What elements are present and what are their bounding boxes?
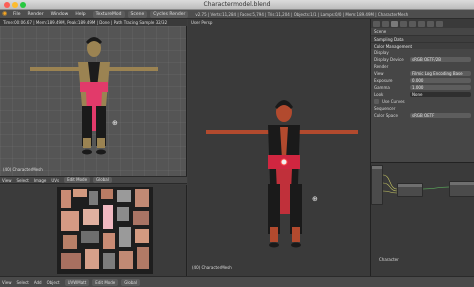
left-foot — [82, 149, 92, 155]
render-status: Time:00:06.67 | Mem:189.49M, Peak:189.49… — [0, 19, 187, 26]
left-arm — [30, 67, 80, 71]
mode-selector[interactable]: Edit Mode — [92, 278, 119, 286]
display-device-row: Display Device sRGB OETF/2B — [371, 56, 474, 63]
node-tree-label: Character — [379, 257, 399, 262]
render-preview-editor[interactable]: Time:00:06.67 | Mem:189.49M, Peak:189.49… — [0, 19, 187, 176]
texture-image-editor[interactable] — [0, 185, 187, 276]
left-foot — [269, 242, 279, 248]
right-shin — [292, 227, 300, 242]
exposure-row: Exposure 0.000 — [371, 77, 474, 84]
sequencer-row: Sequencer — [374, 106, 396, 111]
right-arm — [108, 67, 158, 71]
properties-editor: Scene Sampling Data Color Management Dis… — [370, 19, 474, 162]
scene-tab-icon[interactable] — [391, 20, 398, 27]
panel-sampling-data[interactable]: Sampling Data — [371, 35, 474, 42]
menu-file[interactable]: File — [13, 12, 21, 17]
right-arm — [298, 130, 358, 134]
menu-select[interactable]: Select — [17, 178, 29, 183]
gamma-row: Gamma 1.000 — [371, 84, 474, 91]
menu-uvs[interactable]: UVs — [51, 178, 59, 183]
scene-stats: v2.75 | Verts:11,284 | Faces:5,794 | Tri… — [195, 11, 409, 17]
breadcrumb: Scene — [374, 29, 387, 34]
uv-editor-header: View Select Image UVs Edit Mode Global — [0, 176, 187, 184]
modifier-tab-icon[interactable] — [418, 20, 425, 27]
orientation-selector[interactable]: Global — [121, 278, 140, 286]
right-foot — [96, 149, 106, 155]
left-shin — [83, 138, 91, 148]
color-space-select[interactable]: sRGB OETF — [410, 113, 471, 118]
display-device-select[interactable]: sRGB OETF/2B — [410, 57, 471, 62]
window-title: Charactermodel.blend — [203, 1, 271, 8]
uv-islands — [61, 189, 149, 269]
use-curves-checkbox[interactable] — [374, 99, 379, 104]
render-engine-selector[interactable]: Cycles Render — [150, 10, 189, 18]
crosshair-cursor-icon: ⊕ — [112, 119, 118, 127]
menu-object[interactable]: Object — [47, 280, 60, 285]
bottom-header: View Select Add Object UVWMatt Edit Mode… — [0, 276, 474, 287]
color-space-row: Color Space sRGB OETF — [371, 112, 474, 119]
look-select[interactable]: None — [410, 92, 471, 97]
menu-help[interactable]: Help — [75, 12, 85, 17]
texture-tab-icon[interactable] — [436, 20, 443, 27]
image-selector[interactable]: UVWMatt — [64, 278, 90, 286]
character-3d-model — [206, 100, 358, 248]
right-leg — [290, 184, 302, 234]
gamma-field[interactable]: 1.000 — [410, 85, 471, 90]
uv-texture-image — [57, 187, 153, 274]
properties-tabs — [371, 19, 474, 28]
object-label: (40) CharacterMesh — [3, 167, 43, 172]
layers-tab-icon[interactable] — [382, 20, 389, 27]
scene-selector[interactable]: Scene — [127, 10, 148, 18]
left-arm — [206, 130, 270, 134]
look-row: Look None — [371, 91, 474, 98]
left-shin — [270, 227, 278, 242]
exposure-field[interactable]: 0.000 — [410, 78, 471, 83]
blender-logo-icon[interactable]: ◉ — [2, 10, 10, 18]
material-tab-icon[interactable] — [427, 20, 434, 27]
character-front-render — [30, 37, 158, 155]
node-links — [382, 174, 450, 194]
left-leg — [268, 184, 280, 234]
menu-add[interactable]: Add — [34, 280, 42, 285]
view-transform-select[interactable]: Filmic Log Encoding Base — [410, 71, 471, 76]
right-shin — [97, 138, 105, 148]
mode-selector[interactable]: Edit Mode — [64, 177, 91, 183]
view-transform-row: View Filmic Log Encoding Base — [371, 70, 474, 77]
3d-viewport[interactable]: User Persp ⊕ (40) CharacterMesh — [188, 19, 370, 276]
info-header: ◉ File Render Window Help TextureMod Sce… — [0, 10, 474, 19]
menu-window[interactable]: Window — [51, 12, 69, 17]
menu-render[interactable]: Render — [28, 12, 44, 17]
object-origin-icon[interactable] — [280, 158, 288, 166]
menu-view[interactable]: View — [2, 178, 12, 183]
3d-cursor-icon[interactable]: ⊕ — [312, 195, 318, 203]
menu-image[interactable]: Image — [34, 178, 47, 183]
render-tab-icon[interactable] — [373, 20, 380, 27]
object-label: (40) CharacterMesh — [192, 265, 232, 270]
waist-sash — [80, 82, 108, 92]
panel-color-management[interactable]: Color Management — [371, 42, 474, 49]
node-editor[interactable]: Character — [370, 162, 474, 276]
window-titlebar: Charactermodel.blend — [0, 0, 474, 10]
world-tab-icon[interactable] — [400, 20, 407, 27]
menu-view[interactable]: View — [2, 280, 12, 285]
render-row: Render — [374, 64, 389, 69]
object-tab-icon[interactable] — [409, 20, 416, 27]
menu-select[interactable]: Select — [17, 280, 29, 285]
right-foot — [291, 242, 301, 248]
use-curves-row: Use Curves — [371, 98, 474, 105]
layout-selector[interactable]: TextureMod — [92, 10, 125, 18]
pivot-selector[interactable]: Global — [93, 177, 112, 183]
display-row: Display — [374, 50, 389, 55]
